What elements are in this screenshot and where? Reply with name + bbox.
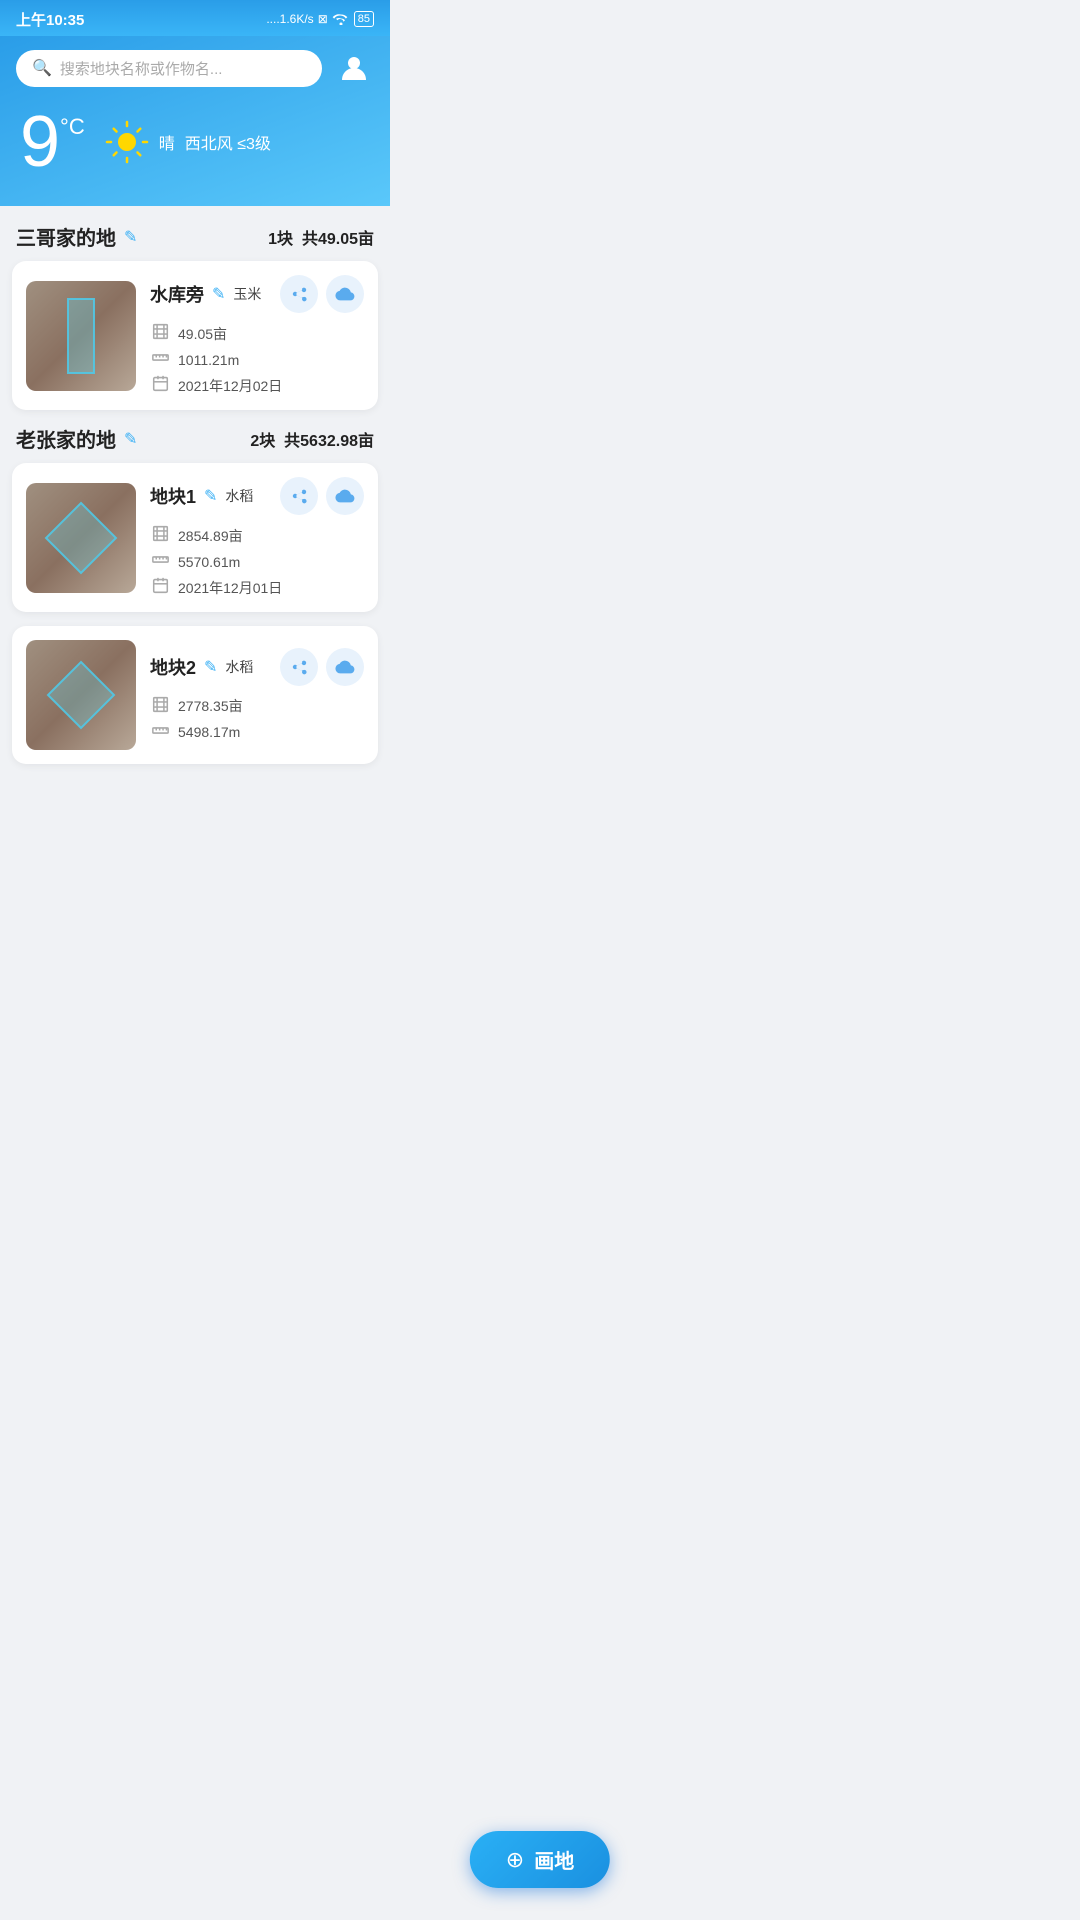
land-info-dikuai2: 地块2 ✎ 水稻 2778.35亩 xyxy=(150,648,364,743)
land-perimeter-shuiku: 1011.21m xyxy=(178,352,239,368)
land-name-dikuai1: 地块1 xyxy=(150,483,196,509)
group-laozhang-header: 老张家的地 ✎ 2块 共5632.98亩 xyxy=(12,424,378,453)
land-card-dikuai2: 地块2 ✎ 水稻 2778.35亩 xyxy=(12,626,378,764)
land-date-dikuai1: 2021年12月01日 xyxy=(178,578,282,598)
land-cloud-button-shuiku[interactable] xyxy=(326,275,364,313)
wifi-icon xyxy=(332,11,350,28)
group-sanges-header: 三哥家的地 ✎ 1块 共49.05亩 xyxy=(12,222,378,251)
land-share-button-dikuai1[interactable] xyxy=(280,477,318,515)
search-row: 🔍 搜索地块名称或作物名... xyxy=(16,48,374,88)
temperature-display: 9 °C xyxy=(20,106,85,178)
land-card-dikuai1: 地块1 ✎ 水稻 2854.89亩 xyxy=(12,463,378,612)
land-share-button-dikuai2[interactable] xyxy=(280,648,318,686)
user-profile-button[interactable] xyxy=(334,48,374,88)
land-thumbnail-dikuai1[interactable] xyxy=(26,483,136,593)
land-edit-icon-dikuai1[interactable]: ✎ xyxy=(204,486,217,506)
user-icon xyxy=(338,52,370,84)
land-cloud-button-dikuai2[interactable] xyxy=(326,648,364,686)
area-icon-2 xyxy=(150,696,170,717)
weather-widget: 9 °C 晴 西北风 ≤3级 xyxy=(16,106,374,178)
land-stats-dikuai1: 2854.89亩 5570.61m 2021年12月01日 xyxy=(150,525,364,598)
battery-indicator: 85 xyxy=(354,11,374,27)
land-stats-dikuai2: 2778.35亩 5498.17m xyxy=(150,696,364,743)
land-date-shuiku: 2021年12月02日 xyxy=(178,376,282,396)
ruler-icon-2 xyxy=(150,722,170,743)
land-area-dikuai1: 2854.89亩 xyxy=(178,526,243,546)
land-thumbnail-dikuai2[interactable] xyxy=(26,640,136,750)
status-bar: 上午10:35 ....1.6K/s ⊠ 85 xyxy=(0,0,390,36)
land-info-shuiku: 水库旁 ✎ 玉米 49.05亩 xyxy=(150,275,364,396)
land-cloud-button-dikuai1[interactable] xyxy=(326,477,364,515)
search-input-placeholder: 搜索地块名称或作物名... xyxy=(60,58,223,79)
fab-label: 画地 xyxy=(534,1845,574,1874)
weather-detail: 晴 西北风 ≤3级 xyxy=(105,120,271,164)
land-info-dikuai1: 地块1 ✎ 水稻 2854.89亩 xyxy=(150,477,364,598)
sun-icon xyxy=(105,120,149,164)
group-sanges-title: 三哥家的地 xyxy=(16,222,116,251)
land-perimeter-dikuai1: 5570.61m xyxy=(178,554,240,570)
land-name-shuiku: 水库旁 xyxy=(150,281,204,307)
ruler-icon xyxy=(150,349,170,370)
land-name-dikuai2: 地块2 xyxy=(150,654,196,680)
group-sanges-edit-icon[interactable]: ✎ xyxy=(124,227,137,247)
land-polygon-dikuai1 xyxy=(26,483,136,593)
fab-container: ⊕ 画地 xyxy=(470,1831,610,1888)
land-share-button-shuiku[interactable] xyxy=(280,275,318,313)
land-crop-dikuai2: 水稻 xyxy=(225,657,253,677)
header: 🔍 搜索地块名称或作物名... 9 °C xyxy=(0,36,390,206)
land-stats-shuiku: 49.05亩 1011.21m 2021年12月02日 xyxy=(150,323,364,396)
group-sanges-meta: 1块 共49.05亩 xyxy=(268,225,374,249)
area-icon xyxy=(150,323,170,344)
draw-land-fab-button[interactable]: ⊕ 画地 xyxy=(470,1831,610,1888)
land-thumbnail-shuiku[interactable] xyxy=(26,281,136,391)
weather-condition: 晴 xyxy=(159,130,175,154)
land-edit-icon-dikuai2[interactable]: ✎ xyxy=(204,657,217,677)
land-crop-dikuai1: 水稻 xyxy=(225,486,253,506)
status-time: 上午10:35 xyxy=(16,9,84,30)
land-card-shuiku: 水库旁 ✎ 玉米 49.05亩 xyxy=(12,261,378,410)
land-area-shuiku: 49.05亩 xyxy=(178,324,227,344)
temperature-value: 9 xyxy=(20,106,60,178)
area-icon-1 xyxy=(150,525,170,546)
calendar-icon-1 xyxy=(150,577,170,598)
network-speed: ....1.6K/s xyxy=(266,12,313,26)
status-icons: ....1.6K/s ⊠ 85 xyxy=(266,11,374,28)
land-crop-shuiku: 玉米 xyxy=(233,284,261,304)
search-bar[interactable]: 🔍 搜索地块名称或作物名... xyxy=(16,50,322,87)
calendar-icon xyxy=(150,375,170,396)
land-edit-icon-shuiku[interactable]: ✎ xyxy=(212,284,225,304)
land-perimeter-dikuai2: 5498.17m xyxy=(178,724,240,740)
group-laozhang-edit-icon[interactable]: ✎ xyxy=(124,429,137,449)
group-laozhang-meta: 2块 共5632.98亩 xyxy=(250,427,374,451)
land-polygon-shuiku xyxy=(26,281,136,391)
ruler-icon-1 xyxy=(150,551,170,572)
land-polygon-dikuai2 xyxy=(26,640,136,750)
land-area-dikuai2: 2778.35亩 xyxy=(178,696,243,716)
fab-plus-icon: ⊕ xyxy=(506,1847,524,1873)
temperature-unit: °C xyxy=(60,114,85,140)
group-laozhang-title: 老张家的地 xyxy=(16,424,116,453)
search-icon: 🔍 xyxy=(32,58,52,78)
signal-icon: ⊠ xyxy=(318,12,328,26)
weather-wind: 西北风 ≤3级 xyxy=(185,130,271,154)
content-area: 三哥家的地 ✎ 1块 共49.05亩 水库旁 ✎ 玉米 xyxy=(0,206,390,844)
